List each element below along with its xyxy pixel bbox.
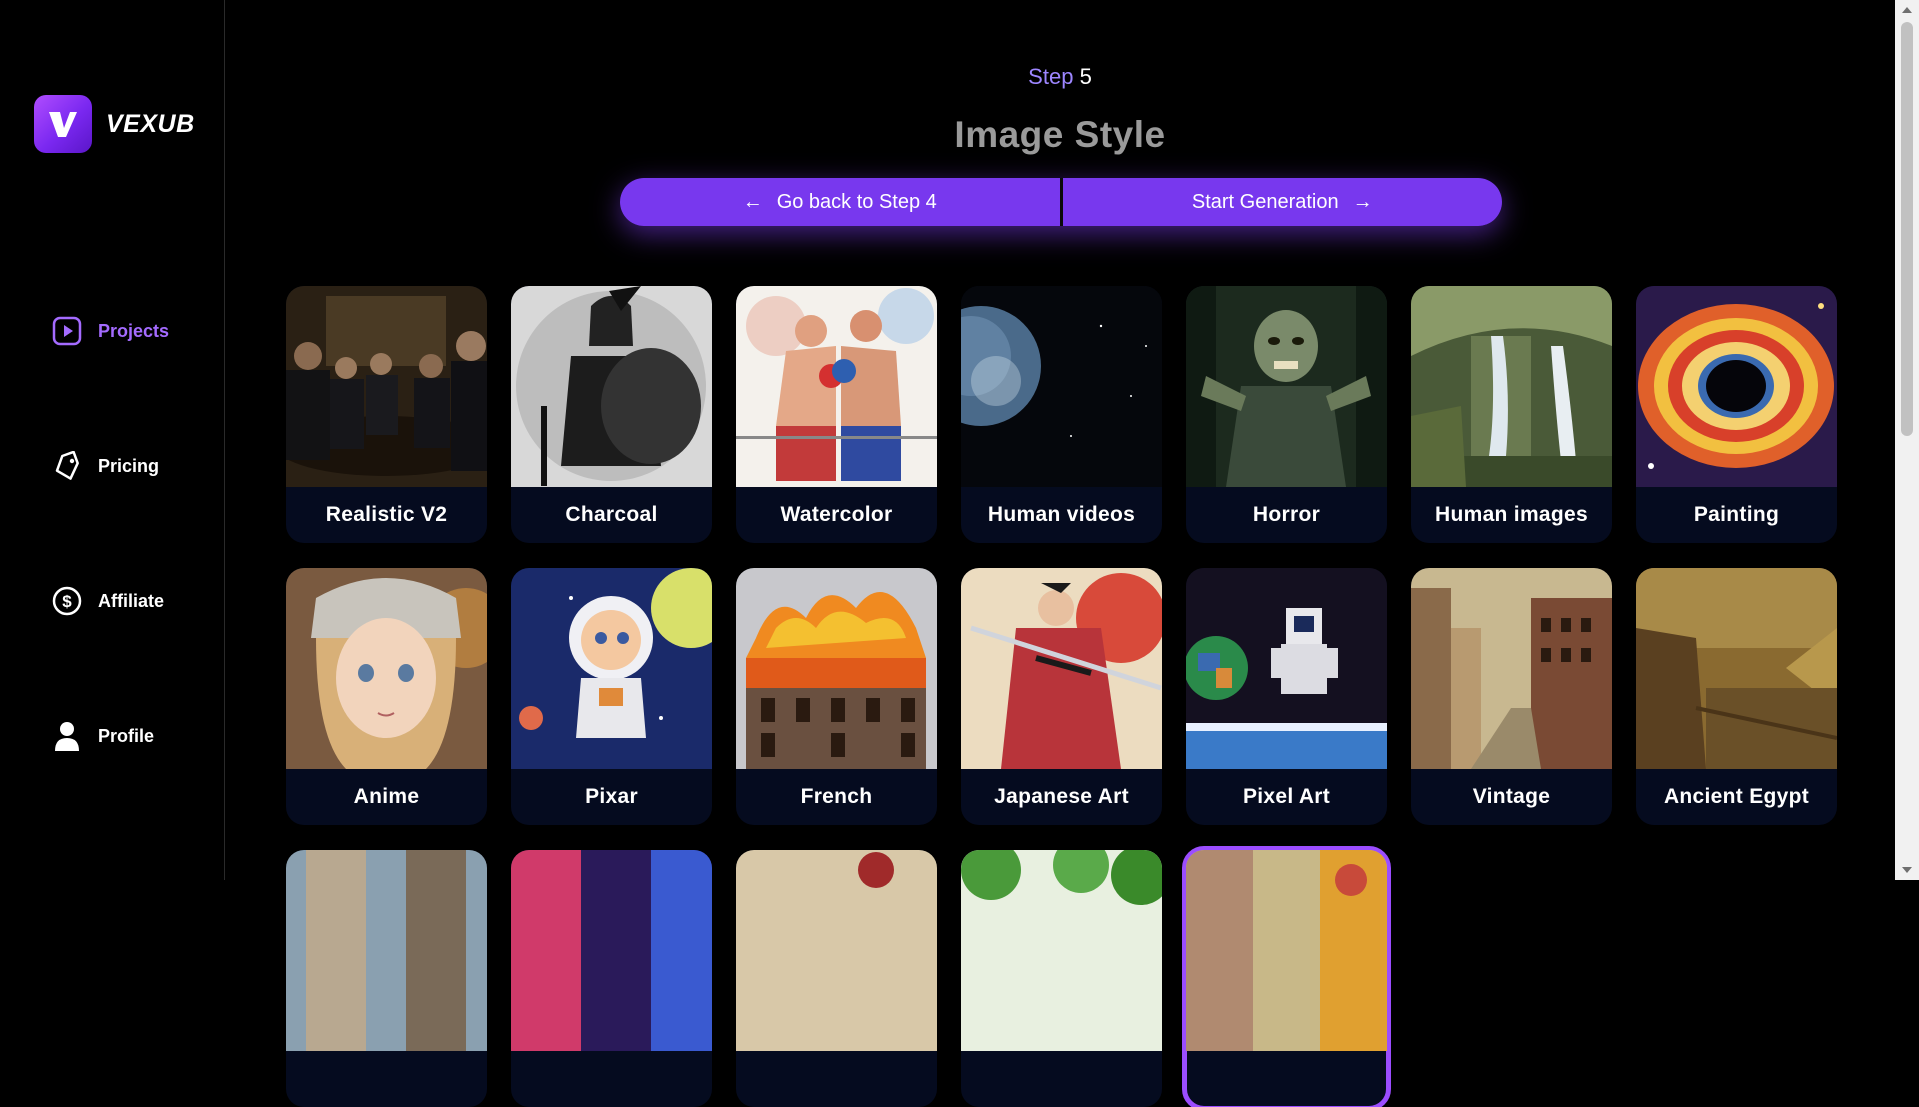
style-card-realistic-v2[interactable]: Realistic V2 bbox=[286, 286, 487, 543]
arrow-right-icon: → bbox=[1352, 190, 1373, 213]
style-label: Watercolor bbox=[780, 503, 893, 526]
brand-name: VEXUB bbox=[106, 109, 195, 138]
style-card-charcoal[interactable]: Charcoal bbox=[511, 286, 712, 543]
style-thumbnail bbox=[736, 850, 937, 1051]
style-thumbnail bbox=[736, 286, 937, 487]
sidebar-item-label: Profile bbox=[98, 725, 155, 746]
style-card-pixel-art[interactable]: Pixel Art bbox=[1186, 568, 1387, 825]
style-card-french[interactable]: French bbox=[736, 568, 937, 825]
style-thumbnail bbox=[511, 568, 712, 769]
main-content: Step 5 Image Style ← Go back to Step 4 S… bbox=[225, 0, 1895, 1107]
step-actions: ← Go back to Step 4 Start Generation → bbox=[620, 178, 1502, 226]
back-button[interactable]: ← Go back to Step 4 bbox=[620, 178, 1063, 226]
style-label: Anime bbox=[353, 785, 420, 808]
arrow-left-icon: ← bbox=[742, 190, 763, 213]
brand-logo[interactable]: VEXUB bbox=[34, 95, 195, 153]
style-thumbnail bbox=[961, 850, 1162, 1051]
svg-text:$: $ bbox=[62, 592, 72, 611]
step-indicator: Step 5 bbox=[225, 64, 1895, 90]
style-label: Painting bbox=[1693, 503, 1780, 526]
tag-icon bbox=[50, 449, 84, 483]
style-thumbnail bbox=[1636, 286, 1837, 487]
scrollbar[interactable] bbox=[1895, 0, 1919, 880]
back-button-label: Go back to Step 4 bbox=[776, 190, 937, 213]
style-thumbnail bbox=[736, 568, 937, 769]
style-card-watercolor[interactable]: Watercolor bbox=[736, 286, 937, 543]
style-card-pixar[interactable]: Pixar bbox=[511, 568, 712, 825]
user-icon bbox=[50, 719, 84, 753]
sidebar-item-affiliate[interactable]: $ Affiliate bbox=[50, 584, 164, 618]
style-thumbnail bbox=[1636, 568, 1837, 769]
style-label: Charcoal bbox=[565, 503, 658, 526]
style-label: Ancient Egypt bbox=[1663, 785, 1810, 808]
style-card-human-images[interactable]: Human images bbox=[1411, 286, 1612, 543]
style-thumbnail bbox=[286, 286, 487, 487]
dollar-circle-icon: $ bbox=[50, 584, 84, 618]
style-label: Human images bbox=[1435, 503, 1588, 526]
style-label: Pixar bbox=[585, 785, 638, 808]
style-thumbnail bbox=[286, 568, 487, 769]
style-label: Human videos bbox=[987, 503, 1136, 526]
style-card-ancient-egypt[interactable]: Ancient Egypt bbox=[1636, 568, 1837, 825]
vexub-logo-icon bbox=[34, 95, 92, 153]
style-label: French bbox=[800, 785, 873, 808]
style-card-row3-4[interactable] bbox=[961, 850, 1162, 1107]
style-label: Horror bbox=[1252, 503, 1321, 526]
style-thumbnail bbox=[961, 568, 1162, 769]
style-label: Realistic V2 bbox=[325, 503, 448, 526]
sidebar: VEXUB Projects Pricing $ Affiliate Profi… bbox=[0, 0, 225, 880]
style-card-row3-5-selected[interactable] bbox=[1182, 846, 1391, 1107]
style-thumbnail bbox=[1411, 568, 1612, 769]
style-thumbnail bbox=[1411, 286, 1612, 487]
play-square-icon bbox=[50, 314, 84, 348]
sidebar-item-label: Affiliate bbox=[98, 590, 165, 611]
style-thumbnail bbox=[511, 286, 712, 487]
style-thumbnail bbox=[1186, 568, 1387, 769]
scroll-up-icon[interactable] bbox=[1902, 7, 1912, 13]
step-number: 5 bbox=[1079, 64, 1092, 89]
style-label: Vintage bbox=[1472, 785, 1551, 808]
style-card-painting[interactable]: Painting bbox=[1636, 286, 1837, 543]
style-card-anime[interactable]: Anime bbox=[286, 568, 487, 825]
style-thumbnail bbox=[511, 850, 712, 1051]
sidebar-item-label: Pricing bbox=[98, 455, 160, 476]
style-card-row3-2[interactable] bbox=[511, 850, 712, 1107]
sidebar-item-label: Projects bbox=[98, 320, 170, 341]
step-word: Step bbox=[1028, 64, 1074, 89]
scroll-down-icon[interactable] bbox=[1902, 867, 1912, 873]
style-card-horror[interactable]: Horror bbox=[1186, 286, 1387, 543]
style-thumbnail bbox=[1186, 286, 1387, 487]
style-card-row3-3[interactable] bbox=[736, 850, 937, 1107]
style-thumbnail bbox=[961, 286, 1162, 487]
start-generation-label: Start Generation bbox=[1191, 190, 1339, 213]
style-label: Japanese Art bbox=[994, 785, 1129, 808]
sidebar-item-profile[interactable]: Profile bbox=[50, 719, 154, 753]
style-label: Pixel Art bbox=[1242, 785, 1331, 808]
style-card-vintage[interactable]: Vintage bbox=[1411, 568, 1612, 825]
sidebar-item-projects[interactable]: Projects bbox=[50, 314, 169, 348]
scrollbar-thumb[interactable] bbox=[1901, 22, 1913, 436]
page-title: Image Style bbox=[954, 114, 1166, 155]
style-card-japanese-art[interactable]: Japanese Art bbox=[961, 568, 1162, 825]
style-thumbnail bbox=[1186, 850, 1387, 1051]
style-card-row3-1[interactable] bbox=[286, 850, 487, 1107]
sidebar-item-pricing[interactable]: Pricing bbox=[50, 449, 159, 483]
start-generation-button[interactable]: Start Generation → bbox=[1062, 178, 1502, 226]
style-card-human-videos[interactable]: Human videos bbox=[961, 286, 1162, 543]
style-thumbnail bbox=[286, 850, 487, 1051]
